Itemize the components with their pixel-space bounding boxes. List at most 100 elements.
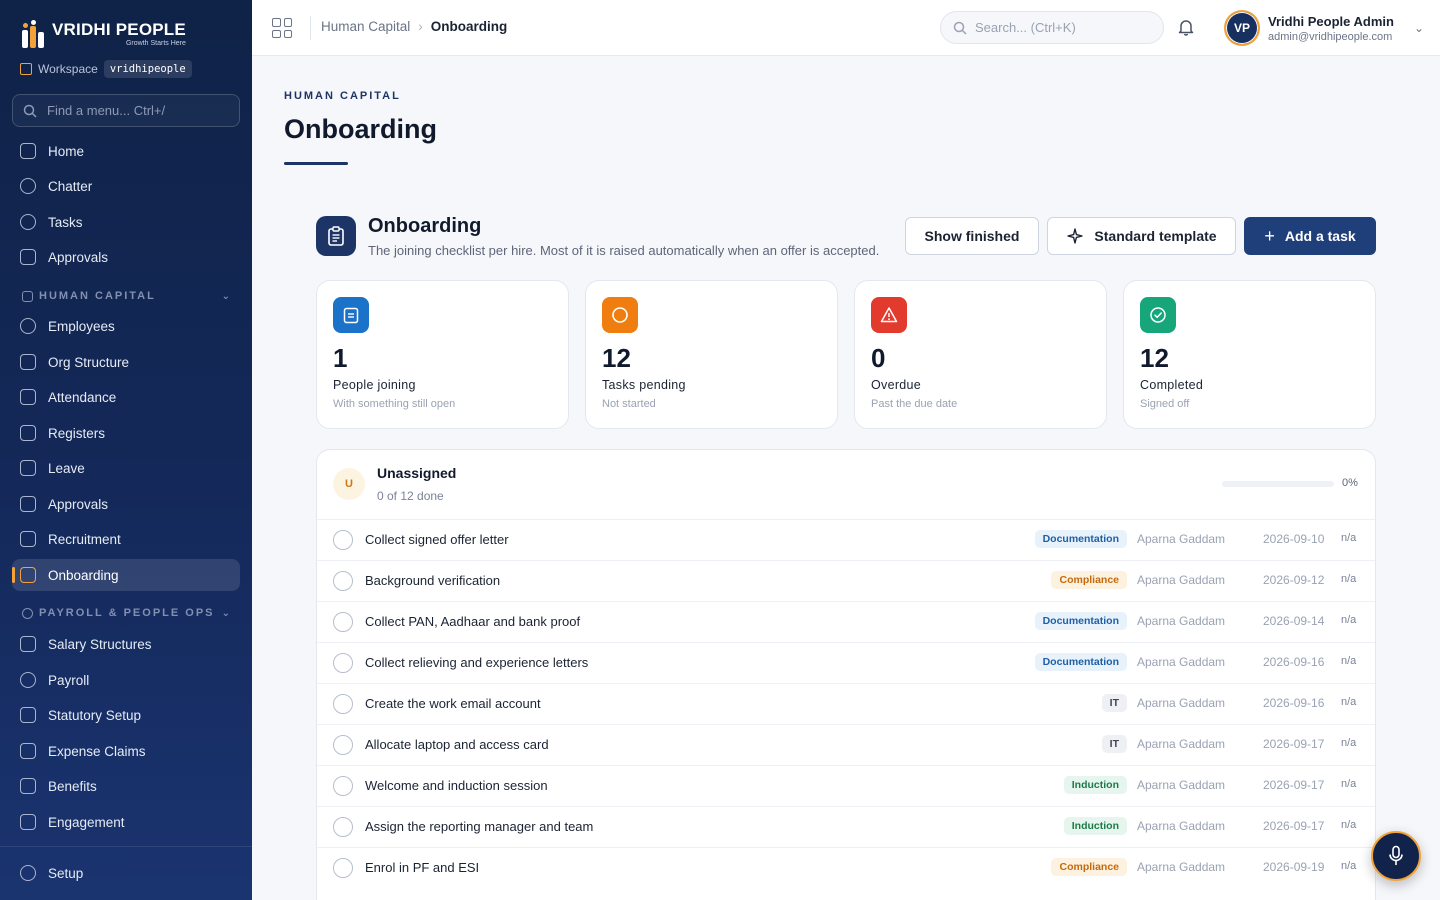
clipboard-check-icon [20,496,36,512]
home-icon [20,143,36,159]
chevron-down-icon: ⌄ [221,607,232,619]
task-row[interactable]: Collect relieving and experience letters… [317,642,1375,683]
kpi-sublabel: Signed off [1140,398,1190,410]
workspace-chip[interactable]: vridhipeople [103,60,192,78]
task-category-badge: IT [1101,735,1127,753]
nav-salary-structures[interactable]: Salary Structures [12,628,240,660]
page-eyebrow: HUMAN CAPITAL [284,90,401,102]
chat-icon [20,178,36,194]
task-row[interactable]: Background verification Compliance Aparna … [317,560,1375,601]
bell-icon[interactable] [1176,17,1196,37]
clipboard-icon [20,249,36,265]
task-due-date: 2026-09-16 [1263,655,1325,669]
section-label: PAYROLL & PEOPLE OPS [39,607,215,619]
task-row[interactable]: Collect signed offer letter Documentation… [317,519,1375,560]
section-human-capital[interactable]: HUMAN CAPITAL ⌄ [22,290,232,302]
menu-search-placeholder: Find a menu... Ctrl+/ [47,103,166,118]
app-grid-icon[interactable] [272,18,292,38]
task-owner: Aparna Gaddam [1137,614,1226,628]
add-task-button[interactable]: + Add a task [1244,217,1376,255]
task-checkbox[interactable] [333,858,353,878]
task-row[interactable]: Enrol in PF and ESI Compliance Aparna Gadd… [317,847,1375,888]
task-category-badge: Documentation [1034,530,1127,548]
task-owner: Aparna Gaddam [1137,655,1226,669]
warning-icon [871,297,907,333]
standard-template-button[interactable]: Standard template [1047,217,1236,255]
kpi-card-people-joining: 1 People joining With something still op… [316,280,569,429]
nav-attendance[interactable]: Attendance [12,381,240,413]
task-row[interactable]: Collect PAN, Aadhaar and bank proof Docum… [317,601,1375,642]
task-owner: Aparna Gaddam [1137,532,1226,546]
nav-statutory-setup[interactable]: Statutory Setup [12,699,240,731]
workspace-indicator: Workspace vridhipeople [20,60,192,78]
nav-label: Org Structure [48,354,130,370]
topbar: Human Capital › Onboarding Search... (Ct… [252,0,1440,56]
nav-hc-approvals[interactable]: Approvals [12,488,240,520]
kpi-card-overdue: 0 Overdue Past the due date [854,280,1107,429]
user-menu[interactable]: VP Vridhi People Admin admin@vridhipeopl… [1224,10,1424,46]
group-progress-text: 0 of 12 done [377,489,444,503]
task-row[interactable]: Assign the reporting manager and team Ind… [317,806,1375,847]
task-name: Collect PAN, Aadhaar and bank proof [365,614,581,629]
nav-home[interactable]: Home [12,135,240,167]
task-row[interactable]: Allocate laptop and access card IT Aparna … [317,724,1375,765]
nav-label: Setup [48,865,84,881]
nav-employees[interactable]: Employees [12,310,240,342]
group-progress-percent: 0% [1342,477,1358,489]
group-name[interactable]: Unassigned [377,465,456,481]
menu-search-input[interactable]: Find a menu... Ctrl+/ [12,94,240,127]
nav-payroll[interactable]: Payroll [12,664,240,696]
nav-org-structure[interactable]: Org Structure [12,346,240,378]
breadcrumb-onboarding: Onboarding [430,19,508,34]
nav-approvals[interactable]: Approvals [12,241,240,273]
nav-engagement[interactable]: Engagement [12,806,240,838]
button-label: Show finished [924,228,1020,244]
task-extra-value: n/a [1341,532,1357,544]
task-checkbox[interactable] [333,776,353,796]
nav-leave[interactable]: Leave [12,452,240,484]
task-due-date: 2026-09-14 [1263,614,1325,628]
task-checkbox[interactable] [333,735,353,755]
task-due-date: 2026-09-16 [1263,696,1325,710]
task-checkbox[interactable] [333,694,353,714]
show-finished-button[interactable]: Show finished [905,217,1039,255]
task-checkbox[interactable] [333,817,353,837]
microphone-icon [1389,845,1403,865]
section-label: HUMAN CAPITAL [39,290,156,302]
nav-onboarding[interactable]: Onboarding [12,559,240,591]
task-name: Create the work email account [365,696,541,711]
kpi-label: Tasks pending [602,378,686,392]
task-category-badge: Compliance [1051,571,1127,589]
task-row[interactable]: Welcome and induction session Induction Ap… [317,765,1375,806]
chevron-down-icon: ⌄ [1413,21,1424,35]
task-checkbox[interactable] [333,571,353,591]
user-name: Vridhi People Admin [1268,13,1394,29]
gear-icon [20,865,36,881]
nav-tasks[interactable]: Tasks [12,206,240,238]
voice-assistant-button[interactable] [1371,831,1421,881]
task-checkbox[interactable] [333,530,353,550]
layers-icon [20,636,36,652]
brand-name: VRIDHI PEOPLE [52,20,186,39]
avatar: VP [1224,10,1260,46]
nav-benefits[interactable]: Benefits [12,770,240,802]
nav-registers[interactable]: Registers [12,417,240,449]
task-row[interactable]: Create the work email account IT Aparna Ga… [317,683,1375,724]
heart-icon [20,778,36,794]
nav-expense-claims[interactable]: Expense Claims [12,735,240,767]
nav-label: Registers [48,425,106,441]
check-circle-icon [20,214,36,230]
group-avatar: U [333,468,365,500]
task-checkbox[interactable] [333,653,353,673]
nav-chatter[interactable]: Chatter [12,170,240,202]
breadcrumb-human-capital[interactable]: Human Capital [321,19,410,34]
brand-logo[interactable]: VRIDHI PEOPLE Growth Starts Here [20,20,186,48]
global-search-input[interactable]: Search... (Ctrl+K) [940,11,1164,44]
section-payroll[interactable]: PAYROLL & PEOPLE OPS ⌄ [22,607,232,619]
nav-recruitment[interactable]: Recruitment [12,523,240,555]
nav-setup[interactable]: Setup [12,857,240,889]
task-checkbox[interactable] [333,612,353,632]
task-due-date: 2026-09-10 [1263,532,1325,546]
task-due-date: 2026-09-17 [1263,737,1325,751]
nav-label: Onboarding [48,567,119,583]
